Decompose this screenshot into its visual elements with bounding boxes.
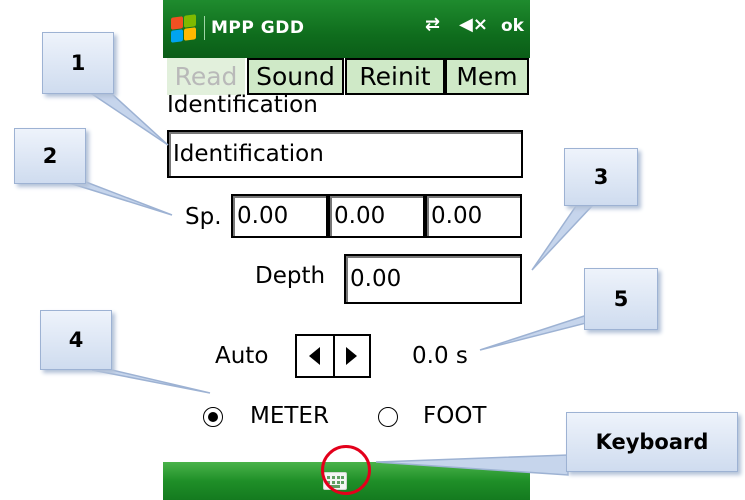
arrow-right-icon: [346, 347, 357, 365]
radio-selected-dot: [208, 412, 218, 422]
foot-radio[interactable]: [378, 407, 398, 427]
depth-label: Depth: [255, 263, 326, 289]
connection-arrows-icon[interactable]: ⇄: [425, 14, 440, 35]
increment-button[interactable]: [333, 336, 369, 376]
callout-5: 5: [584, 268, 658, 330]
foot-label[interactable]: FOOT: [423, 403, 487, 429]
title-bar: MPP GDD ⇄ ◀× ok: [163, 0, 530, 58]
speed-field-1[interactable]: 0.00: [231, 194, 328, 238]
speed-field-3[interactable]: 0.00: [425, 194, 522, 238]
time-value: 0.0 s: [412, 343, 468, 369]
tab-sound[interactable]: Sound: [247, 58, 344, 95]
pda-screen: MPP GDD ⇄ ◀× ok Read Sound Reinit Mem Id…: [163, 0, 530, 500]
auto-label: Auto: [215, 343, 269, 369]
tab-reinit[interactable]: Reinit: [345, 58, 445, 95]
callout-4: 4: [40, 310, 112, 370]
speed-label: Sp.: [185, 204, 222, 230]
depth-field[interactable]: 0.00: [344, 254, 522, 304]
callout-2: 2: [14, 128, 86, 184]
meter-radio[interactable]: [203, 407, 223, 427]
leader-2: [65, 181, 173, 216]
auto-stepper[interactable]: [295, 334, 371, 378]
speaker-muted-icon[interactable]: ◀×: [459, 14, 488, 35]
leader-1: [89, 93, 169, 146]
app-title: MPP GDD: [211, 18, 305, 38]
leader-3: [531, 205, 594, 271]
title-separator: [204, 16, 205, 40]
windows-flag-icon[interactable]: [169, 14, 199, 44]
identification-field[interactable]: Identification: [167, 130, 523, 178]
identification-label: Identification: [167, 92, 318, 118]
callout-keyboard: Keyboard: [566, 412, 738, 472]
keyboard-highlight-circle: [321, 445, 371, 495]
meter-label[interactable]: METER: [250, 403, 329, 429]
ok-button[interactable]: ok: [501, 16, 524, 36]
tab-read[interactable]: Read: [167, 58, 245, 95]
decrement-button[interactable]: [297, 336, 335, 376]
tab-mem[interactable]: Mem: [445, 58, 529, 95]
tab-bar: Read Sound Reinit Mem: [163, 58, 530, 95]
callout-3: 3: [564, 148, 638, 206]
speed-field-2[interactable]: 0.00: [328, 194, 425, 238]
callout-1: 1: [42, 32, 114, 94]
arrow-left-icon: [309, 347, 320, 365]
